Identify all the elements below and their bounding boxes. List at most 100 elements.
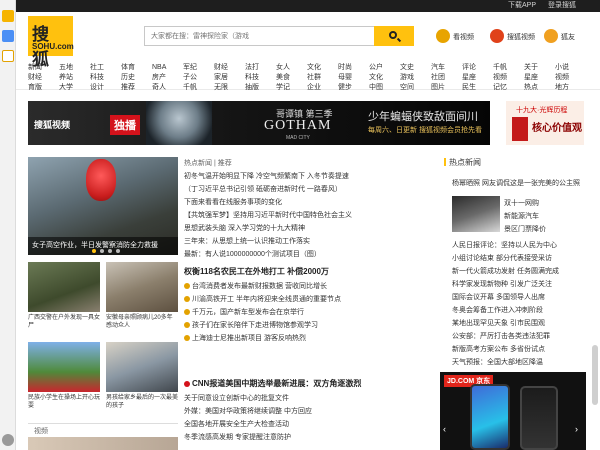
thumb-caption-3[interactable]: 民族小学生在操场上开心玩耍: [28, 394, 102, 410]
thumb-image-3[interactable]: [28, 342, 100, 392]
right-news-link[interactable]: 新一代火箭成功发射 任务圆满完成: [452, 266, 586, 277]
nav-link[interactable]: 热点: [524, 83, 538, 93]
nav-link[interactable]: 抽版: [245, 83, 259, 93]
nav-link[interactable]: 社团: [431, 73, 445, 83]
nav-link[interactable]: 星座: [462, 73, 476, 83]
nav-link[interactable]: 社工: [90, 63, 104, 73]
notes-icon[interactable]: [2, 30, 14, 42]
nav-link[interactable]: 房产: [152, 73, 166, 83]
search-input[interactable]: [144, 26, 374, 46]
thumb-image-4[interactable]: [106, 342, 178, 392]
nav-link[interactable]: 空间: [400, 83, 414, 93]
news-link[interactable]: 川渝高铁开工 半年内将迎来全线贯通的重要节点: [184, 294, 420, 305]
news-link[interactable]: 【共筑强军梦】坚持用习近平新时代中国特色社会主义: [184, 210, 420, 221]
thumb-caption-1[interactable]: 广西交警在户外发现一具女尸: [28, 314, 102, 330]
nav-link[interactable]: 母婴: [338, 73, 352, 83]
right-news-link[interactable]: 新版高考方案公布 多省份试点: [452, 344, 586, 355]
nav-link[interactable]: 关于: [524, 63, 538, 73]
nav-link[interactable]: 千帆: [183, 83, 197, 93]
right-news-link[interactable]: 某地出现罕见天象 引市民围观: [452, 318, 586, 329]
right-news-link[interactable]: 小组讨论结束 部分代表接受采访: [452, 253, 586, 264]
right-side-link[interactable]: 新能源汽车: [504, 211, 586, 222]
nav-link[interactable]: 社群: [307, 73, 321, 83]
nav-link[interactable]: 文化: [369, 73, 383, 83]
video-section-image[interactable]: [28, 437, 178, 450]
thumb-image-1[interactable]: [28, 262, 100, 312]
carousel-dot[interactable]: [100, 249, 104, 253]
nav-link[interactable]: 学记: [276, 83, 290, 93]
nav-link[interactable]: 民生: [462, 83, 476, 93]
nav-link[interactable]: 新闻: [28, 63, 42, 73]
nav-link[interactable]: 美食: [276, 73, 290, 83]
nav-link[interactable]: 科技: [245, 73, 259, 83]
headline-2[interactable]: CNN报道美国中期选举最新进展：双方角逐激烈: [184, 378, 420, 389]
carousel-dot[interactable]: [108, 249, 112, 253]
nav-link[interactable]: 家居: [214, 73, 228, 83]
favorites-star-icon[interactable]: [2, 10, 14, 22]
carousel-dot[interactable]: [116, 249, 120, 253]
news-link[interactable]: 关于同意设立创新中心的批复文件: [184, 393, 420, 404]
nav-link[interactable]: 评论: [462, 63, 476, 73]
nav-link[interactable]: 汽车: [431, 63, 445, 73]
search-button[interactable]: [374, 26, 414, 46]
news-link[interactable]: 思想武装头脑 深入学习党的十九大精神: [184, 223, 420, 234]
eye-icon[interactable]: [2, 50, 14, 62]
nav-link[interactable]: 军纪: [183, 63, 197, 73]
right-news-link[interactable]: 杨幂晒照 网友调侃这是一张完美的公主照: [452, 178, 586, 189]
nav-link[interactable]: 法打: [245, 63, 259, 73]
nav-link[interactable]: 文史: [400, 63, 414, 73]
nav-link[interactable]: 企业: [307, 83, 321, 93]
news-link[interactable]: 三年来：从思想上统一认识推动工作落实: [184, 236, 420, 247]
news-link[interactable]: 冬季流感高发期 专家提醒注意防护: [184, 432, 420, 443]
news-link[interactable]: 千万元，国产新车型发布会在京举行: [184, 307, 420, 318]
nav-link[interactable]: 地方: [555, 83, 569, 93]
login-link[interactable]: 登录搜狐: [548, 1, 576, 11]
nav-link[interactable]: 视频: [493, 73, 507, 83]
nav-link[interactable]: NBA: [152, 63, 166, 73]
nav-link[interactable]: 设计: [90, 83, 104, 93]
nav-link[interactable]: 五地: [59, 63, 73, 73]
nav-link[interactable]: 财经: [28, 73, 42, 83]
nav-link[interactable]: 文化: [307, 63, 321, 73]
nav-link[interactable]: 财经: [214, 63, 228, 73]
next-arrow-icon[interactable]: ›: [575, 424, 583, 438]
page-scrollbar[interactable]: [592, 345, 598, 405]
sohu-logo[interactable]: 搜 狐 SOHU.com: [28, 16, 74, 69]
gotham-banner-ad[interactable]: 搜狐视频 独播 哥谭镇 第三季 GOTHAM MAD CITY 少年蝙蝠侠致敌面…: [28, 101, 490, 145]
news-link[interactable]: 上海迪士尼推出新项目 游客反响热烈: [184, 333, 420, 344]
thumb-caption-4[interactable]: 男孩给家乡最后的一次最美的孩子: [106, 394, 180, 410]
nav-link[interactable]: 体育: [121, 63, 135, 73]
right-side-link[interactable]: 双十一网购: [504, 198, 586, 209]
center-tag[interactable]: 热点新闻 | 推荐: [184, 158, 420, 169]
nav-link[interactable]: 历史: [121, 73, 135, 83]
settings-gear-icon[interactable]: [2, 434, 14, 446]
nav-link[interactable]: 时尚: [338, 63, 352, 73]
news-link[interactable]: 孩子们在家长陪伴下走进博物馆参观学习: [184, 320, 420, 331]
nav-link[interactable]: 中图: [369, 83, 383, 93]
nav-link[interactable]: 无限: [214, 83, 228, 93]
nav-link[interactable]: 子公: [183, 73, 197, 83]
nav-link[interactable]: 大学: [59, 83, 73, 93]
right-thumb-image[interactable]: [452, 196, 500, 232]
nav-link[interactable]: 科技: [90, 73, 104, 83]
news-link[interactable]: 最新：有人说1000000000个测试项目（图）: [184, 249, 420, 260]
nav-link[interactable]: 千帆: [493, 63, 507, 73]
nav-link[interactable]: 公户: [369, 63, 383, 73]
hero-image[interactable]: 女子高空作业，半日发警察消防全力救援: [28, 157, 178, 255]
prev-arrow-icon[interactable]: ‹: [443, 424, 451, 438]
nav-link[interactable]: 记忆: [493, 83, 507, 93]
news-link[interactable]: 全国各地开展安全生产大检查活动: [184, 419, 420, 430]
jd-phone-ad[interactable]: JD.COM 京东 ‹ ›: [440, 372, 586, 450]
nav-link[interactable]: 推荐: [121, 83, 135, 93]
nav-link[interactable]: 育版: [28, 83, 42, 93]
thumb-caption-2[interactable]: 安徽母亲照顾病儿20多年 感动众人: [106, 314, 180, 330]
nav-link[interactable]: 奇人: [152, 83, 166, 93]
news-link[interactable]: 下面来看看在线服务事项的变化: [184, 197, 420, 208]
nav-link[interactable]: 健步: [338, 83, 352, 93]
right-news-link[interactable]: 天气预报：全国大部地区降温: [452, 357, 586, 368]
news-link[interactable]: 初冬气温开始明显下降 冷空气频繁南下 入冬节奏提速: [184, 171, 420, 182]
nav-link[interactable]: 视频: [555, 73, 569, 83]
right-news-link[interactable]: 科学家发现新物种 引发广泛关注: [452, 279, 586, 290]
right-news-link[interactable]: 公安部：严厉打击各类违法犯罪: [452, 331, 586, 342]
download-app-link[interactable]: 下载APP: [508, 1, 536, 11]
